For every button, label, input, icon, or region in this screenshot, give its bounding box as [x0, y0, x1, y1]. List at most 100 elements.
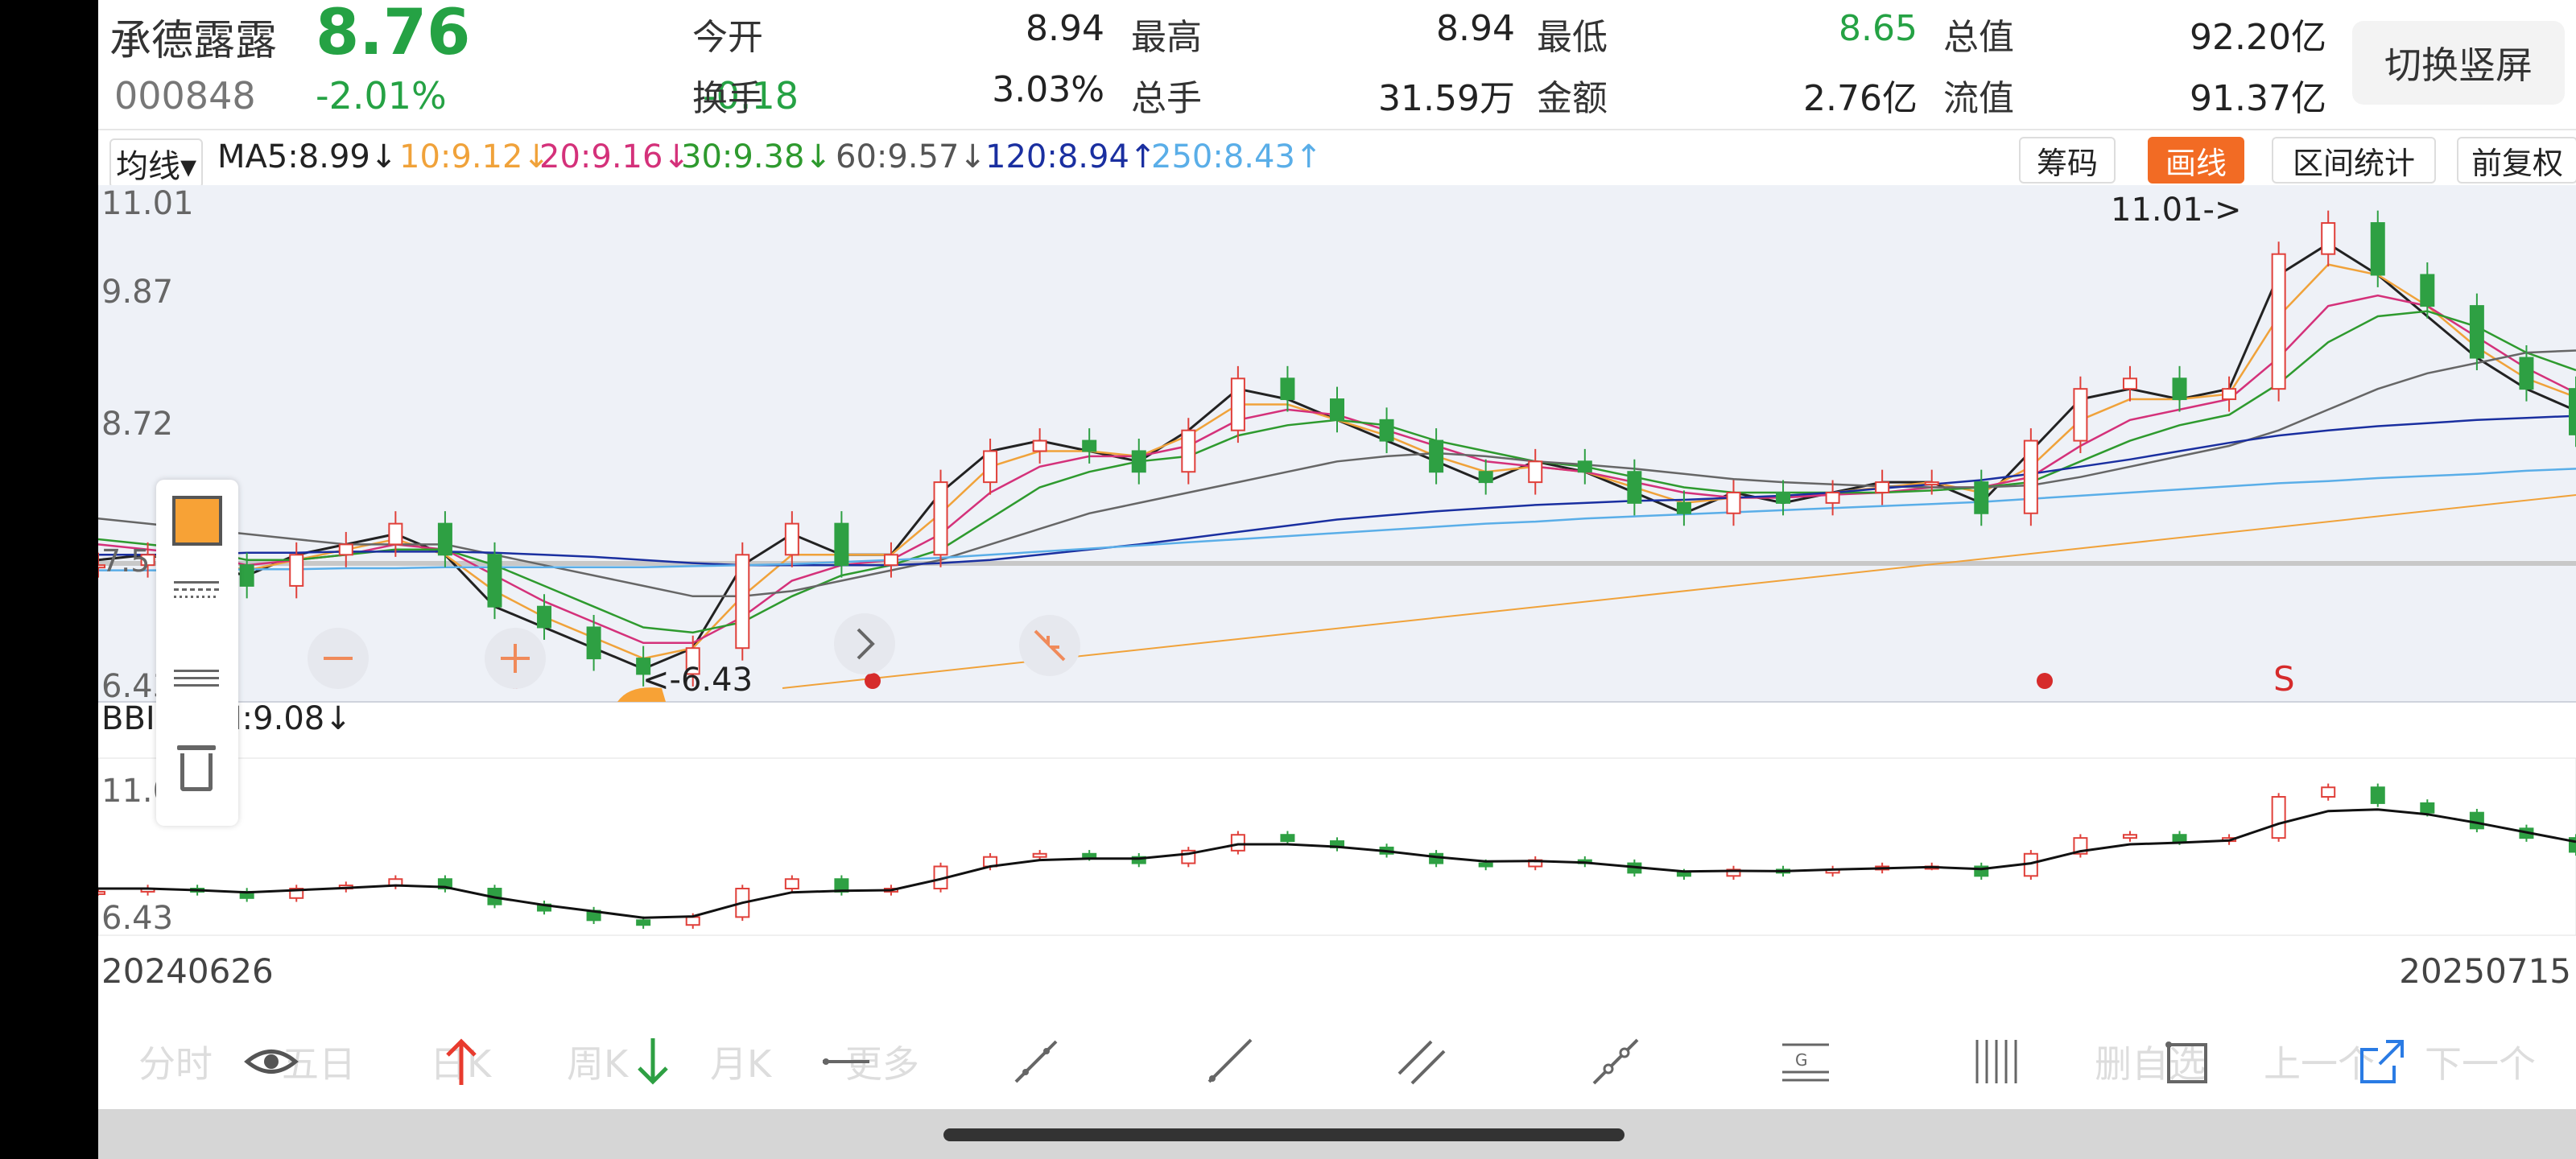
y-label-max: 11.01	[101, 185, 194, 222]
candle	[1676, 501, 1691, 514]
share-icon[interactable]	[2354, 1033, 2410, 1090]
candle	[2023, 439, 2038, 514]
signal-dot	[2037, 673, 2053, 689]
draw-line-button[interactable]: 画线	[2148, 137, 2244, 184]
float-cap-label: 流值	[1943, 78, 2014, 119]
candle	[537, 605, 552, 629]
sub-candle	[1230, 834, 1245, 852]
zoom-out-button[interactable]	[308, 628, 369, 689]
sub-candle	[2321, 786, 2336, 798]
sub-candle	[2469, 811, 2484, 830]
down-arrow-icon[interactable]	[625, 1033, 681, 1090]
candle	[834, 522, 849, 567]
candle	[2569, 388, 2576, 435]
horizontal-line-icon[interactable]	[818, 1033, 874, 1090]
sub-candle	[1082, 852, 1097, 858]
system-nav-bar	[98, 1109, 2576, 1159]
tab-weekly-k[interactable]: 周K	[567, 1035, 628, 1088]
candle	[2519, 357, 2534, 390]
sub-candle	[98, 890, 105, 895]
candle	[933, 481, 948, 556]
candle	[1627, 471, 1642, 504]
candle	[1478, 471, 1493, 484]
next-button[interactable]	[834, 613, 895, 674]
tab-monthly-k[interactable]: 月K	[710, 1035, 771, 1088]
candle	[1379, 419, 1394, 442]
range-stats-button[interactable]: 区间统计	[2272, 137, 2436, 184]
ray-icon[interactable]	[1201, 1033, 1257, 1090]
quote-header: 承德露露 8.76 000848 -2.01% -0.18 今开 8.94 最高…	[98, 0, 2576, 130]
kline-chart-area[interactable]: 11.01 9.87 8.72 7.5 6.43 11.01-> <-6.43 …	[98, 185, 2576, 991]
vertical-lines-icon[interactable]	[1969, 1033, 2025, 1090]
sub-y-label-min: 6.43	[101, 900, 173, 937]
rectangle-icon[interactable]	[2159, 1033, 2215, 1090]
high-annotation: 11.01->	[2111, 192, 2241, 229]
app-screen: 承德露露 8.76 000848 -2.01% -0.18 今开 8.94 最高…	[98, 0, 2576, 1159]
line-width-icon[interactable]	[174, 665, 219, 691]
candle	[2172, 377, 2187, 401]
bbi-indicator-label[interactable]: BBI	[101, 700, 155, 737]
ma20-value: 20:9.16↓	[539, 138, 690, 175]
ma120-value: 120:8.94↑	[985, 138, 1157, 175]
candle	[1825, 491, 1840, 504]
sub-candle	[2271, 796, 2286, 839]
candle	[2073, 388, 2088, 442]
candle	[2321, 222, 2336, 255]
indicator-dropdown[interactable]: 均线▾	[109, 138, 204, 188]
low-label: 最低	[1537, 17, 1608, 58]
zoom-in-button[interactable]	[485, 628, 546, 689]
drawing-tools-panel	[156, 480, 238, 826]
end-date: 20250715	[2399, 951, 2571, 991]
switch-portrait-button[interactable]: 切换竖屏	[2352, 21, 2565, 105]
extend-line-icon[interactable]	[1587, 1033, 1644, 1090]
sub-candle	[1280, 834, 1295, 843]
market-cap-value: 92.20亿	[2190, 17, 2326, 58]
amount-label: 金额	[1537, 78, 1608, 119]
start-date: 20240626	[101, 951, 274, 991]
line-style-icon[interactable]	[174, 576, 219, 603]
tab-intraday[interactable]: 分时	[138, 1035, 213, 1088]
candle	[1776, 491, 1791, 504]
next-button-bg	[834, 613, 895, 674]
color-swatch[interactable]	[172, 496, 222, 546]
candle	[1181, 429, 1196, 473]
parallel-line-icon[interactable]	[1394, 1033, 1451, 1090]
eye-icon[interactable]	[243, 1033, 299, 1090]
adjust-button[interactable]: 前复权	[2457, 137, 2576, 184]
high-label: 最高	[1131, 17, 1202, 58]
candle	[2420, 274, 2435, 307]
ma10-value: 10:9.12↓	[399, 138, 550, 175]
candle	[2271, 253, 2286, 390]
candle	[883, 554, 898, 567]
candle	[1429, 439, 1444, 473]
next-stock-button[interactable]: 下一个	[2425, 1035, 2536, 1088]
float-cap-value: 91.37亿	[2190, 78, 2326, 119]
turnover-value: 3.03%	[992, 69, 1104, 110]
ma30-value: 30:9.38↓	[681, 138, 832, 175]
up-arrow-icon[interactable]	[433, 1033, 489, 1090]
trash-icon[interactable]	[177, 745, 216, 791]
candle	[1726, 491, 1741, 514]
sub-candle	[1032, 852, 1047, 858]
gann-icon[interactable]: G	[1777, 1033, 1834, 1090]
candle	[487, 554, 502, 608]
open-value: 8.94	[1026, 8, 1104, 49]
low-value: 8.65	[1839, 8, 1918, 49]
home-indicator[interactable]	[943, 1128, 1624, 1141]
ma-indicator-bar: 均线▾ MA5:8.99↓ 10:9.12↓ 20:9.16↓ 30:9.38↓…	[98, 130, 2576, 188]
candle	[1577, 460, 1592, 473]
candle	[1528, 460, 1543, 484]
sub-candle	[2122, 834, 2137, 839]
candle	[1924, 481, 1939, 486]
y-label-2: 9.87	[101, 274, 173, 311]
volume-label: 总手	[1131, 78, 1202, 119]
candle	[2469, 305, 2484, 359]
kline-chart[interactable]: 11.01 9.87 8.72 7.5 6.43 11.01-> <-6.43 …	[98, 185, 2576, 943]
signal-dot	[865, 673, 881, 689]
segment-icon[interactable]	[1008, 1033, 1064, 1090]
bottom-toolbar: 分时 五日 日K 周K 月K 更多 删自选 上一个 下一个 G	[98, 1011, 2576, 1109]
main-chart-bg	[98, 185, 2576, 702]
shrink-button[interactable]	[1019, 615, 1080, 676]
candle	[437, 522, 452, 556]
chips-button[interactable]: 筹码	[2019, 137, 2116, 184]
